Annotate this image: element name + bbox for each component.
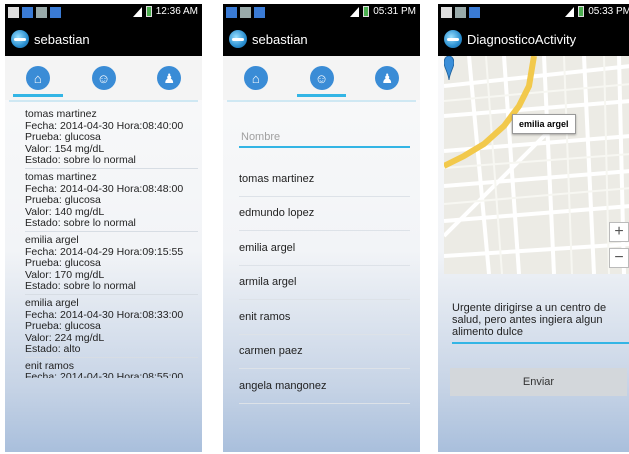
send-button[interactable]: Enviar — [450, 368, 627, 396]
list-item[interactable]: angela mangonez — [239, 369, 410, 404]
action-bar: DiagnosticoActivity — [438, 22, 629, 56]
record-estado: Estado: sobre lo normal — [25, 154, 136, 167]
map-streets — [444, 56, 629, 274]
status-time: 05:33 PM — [588, 6, 629, 17]
action-bar-title: sebastian — [34, 31, 90, 47]
list-item[interactable]: emilia argel — [239, 231, 410, 266]
image-icon — [240, 7, 251, 18]
record-name: emilia argel — [25, 296, 79, 309]
list-item[interactable]: emilia argel Fecha: 2014-04-29 Hora:09:1… — [25, 233, 198, 295]
tab-divider — [227, 100, 416, 102]
list-item[interactable]: edmundo lopez — [239, 197, 410, 231]
record-prueba: Prueba: glucosa — [25, 194, 101, 207]
group-icon: ☺ — [91, 66, 116, 90]
action-bar-title: sebastian — [252, 31, 308, 47]
status-bar: 05:33 PM — [438, 4, 629, 22]
record-name: enit ramos — [25, 359, 75, 372]
map-marker-label[interactable]: emilia argel — [512, 114, 576, 134]
map-pin-icon[interactable] — [444, 56, 454, 80]
signal-icon — [565, 6, 575, 17]
tab-home[interactable]: ⌂ — [223, 56, 289, 100]
app-notification-icon — [50, 7, 61, 18]
person-icon: ♟ — [157, 66, 182, 90]
contacts-list: tomas martinez edmundo lopez emilia arge… — [239, 162, 410, 404]
screen-contacts: 05:31 PM sebastian ⌂ ☺ ♟ Nombre tomas ma… — [223, 4, 420, 452]
battery-icon — [578, 6, 585, 17]
record-prueba: Prueba: glucosa — [25, 320, 101, 333]
app-notification-icon — [254, 7, 265, 18]
tab-contacts[interactable]: ☺ — [71, 56, 137, 100]
records-list: tomas martinez Fecha: 2014-04-30 Hora:08… — [25, 108, 198, 382]
record-name: emilia argel — [25, 233, 79, 246]
home-icon: ⌂ — [25, 66, 50, 90]
status-time: 05:31 PM — [373, 6, 416, 17]
signal-icon — [132, 6, 142, 17]
record-name: tomas martinez — [25, 108, 97, 120]
group-icon: ☺ — [309, 66, 334, 90]
tab-profile[interactable]: ♟ — [354, 56, 420, 100]
tab-divider — [9, 100, 198, 102]
record-prueba: Prueba: glucosa — [25, 257, 101, 270]
tab-home[interactable]: ⌂ — [5, 56, 71, 100]
record-estado: Estado: alto — [25, 343, 81, 356]
tab-profile[interactable]: ♟ — [136, 56, 202, 100]
status-time: 12:36 AM — [155, 6, 198, 17]
screen-diagnostico: 05:33 PM DiagnosticoActivity emilia arge… — [438, 4, 629, 452]
action-bar: sebastian — [223, 22, 420, 56]
signal-icon — [350, 6, 360, 17]
message-field[interactable]: Urgente dirigirse a un centro de salud, … — [452, 302, 629, 344]
list-item[interactable]: tomas martinez — [239, 162, 410, 197]
app-logo-icon[interactable] — [444, 30, 462, 48]
list-item[interactable]: tomas martinez Fecha: 2014-04-30 Hora:08… — [25, 108, 198, 169]
record-name: tomas martinez — [25, 170, 97, 183]
list-item[interactable]: carmen paez — [239, 335, 410, 369]
notification-icon — [226, 7, 237, 18]
notification-icon — [22, 7, 33, 18]
action-bar-title: DiagnosticoActivity — [467, 31, 577, 47]
battery-icon — [145, 6, 152, 17]
app-logo-icon[interactable] — [229, 30, 247, 48]
tab-contacts[interactable]: ☺ — [289, 56, 355, 100]
list-item[interactable]: enit ramos Fecha: 2014-04-30 Hora:08:55:… — [25, 359, 198, 380]
home-icon: ⌂ — [243, 66, 268, 90]
person-icon: ♟ — [375, 66, 400, 90]
battery-icon — [363, 6, 370, 17]
image-icon — [455, 7, 466, 18]
list-item[interactable]: emilia argel Fecha: 2014-04-30 Hora:08:3… — [25, 296, 198, 358]
image-icon — [36, 7, 47, 18]
tab-bar: ⌂ ☺ ♟ — [5, 56, 202, 100]
image-icon — [441, 7, 452, 18]
record-estado: Estado: sobre lo normal — [25, 217, 136, 230]
list-item[interactable]: tomas martinez Fecha: 2014-04-30 Hora:08… — [25, 170, 198, 232]
screen-records: 12:36 AM sebastian ⌂ ☺ ♟ tomas martinez … — [5, 4, 202, 452]
list-item[interactable]: enit ramos — [239, 300, 410, 335]
status-bar: 05:31 PM — [223, 4, 420, 22]
zoom-in-button[interactable]: + — [609, 222, 629, 242]
app-logo-icon[interactable] — [11, 30, 29, 48]
map-view[interactable]: emilia argel + − — [444, 56, 629, 274]
action-bar: sebastian — [5, 22, 202, 56]
list-item[interactable]: armila argel — [239, 266, 410, 300]
search-input[interactable]: Nombre — [239, 126, 410, 148]
app-notification-icon — [469, 7, 480, 18]
zoom-out-button[interactable]: − — [609, 248, 629, 268]
tab-bar: ⌂ ☺ ♟ — [223, 56, 420, 100]
record-estado: Estado: sobre lo normal — [25, 280, 136, 293]
status-bar: 12:36 AM — [5, 4, 202, 22]
record-fecha: Fecha: 2014-04-30 Hora:08:55:00 — [25, 372, 184, 379]
usb-icon — [8, 7, 19, 18]
